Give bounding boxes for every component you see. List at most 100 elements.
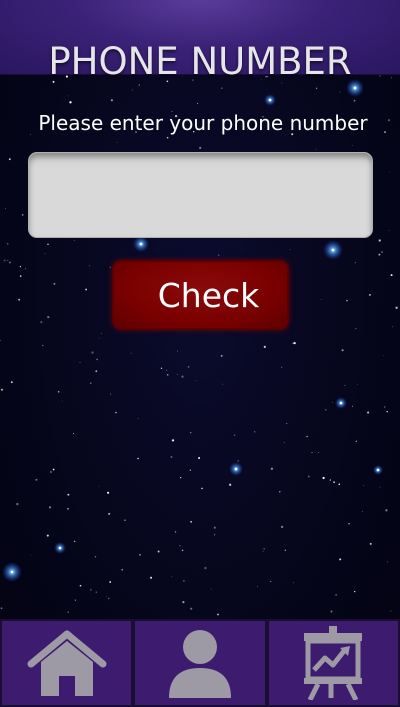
star <box>7 259 9 261</box>
star <box>67 95 68 96</box>
star <box>174 531 177 533</box>
star <box>386 561 388 563</box>
star <box>338 483 341 486</box>
star <box>199 146 202 149</box>
star <box>353 99 356 102</box>
glowing-star-core <box>10 570 14 574</box>
star <box>166 136 169 139</box>
star <box>35 478 38 481</box>
star <box>0 339 1 342</box>
star <box>280 525 284 529</box>
star <box>171 576 173 578</box>
star <box>214 534 216 536</box>
star <box>222 383 224 385</box>
star <box>67 507 69 510</box>
star <box>320 299 322 300</box>
star <box>292 342 294 344</box>
star <box>362 511 363 512</box>
star <box>257 586 258 588</box>
star <box>121 568 124 571</box>
star <box>21 214 24 216</box>
star <box>1 388 3 391</box>
star <box>388 230 390 232</box>
star <box>237 460 240 462</box>
star <box>110 393 111 395</box>
star <box>384 406 386 408</box>
star <box>281 366 283 368</box>
glowing-star-core <box>234 467 238 471</box>
star <box>101 333 102 334</box>
star <box>210 588 212 590</box>
star <box>279 491 281 493</box>
star <box>289 249 291 250</box>
star <box>339 558 342 561</box>
glowing-star-core <box>353 86 357 90</box>
star <box>176 350 178 352</box>
star <box>138 84 140 86</box>
star <box>217 613 219 616</box>
star <box>293 341 296 345</box>
star <box>9 261 11 264</box>
star <box>139 553 141 556</box>
nav-profile[interactable] <box>133 621 267 707</box>
nav-home[interactable] <box>0 621 134 707</box>
star <box>330 610 333 613</box>
star <box>283 441 285 443</box>
star <box>116 141 118 143</box>
star <box>67 493 70 496</box>
star <box>190 520 192 523</box>
star <box>176 374 178 375</box>
star <box>73 540 76 543</box>
star <box>187 365 190 368</box>
star <box>48 506 52 509</box>
star <box>67 611 69 613</box>
page-title: PHONE NUMBER <box>48 40 352 83</box>
star <box>40 321 43 324</box>
star <box>183 580 185 582</box>
star <box>325 409 327 411</box>
star <box>89 382 92 385</box>
star <box>339 91 341 93</box>
star <box>115 411 117 414</box>
star <box>395 306 398 309</box>
star <box>189 431 192 434</box>
star <box>220 354 223 357</box>
star <box>44 253 46 255</box>
star <box>73 432 75 434</box>
star <box>392 326 393 328</box>
star <box>329 479 332 481</box>
star <box>25 268 27 270</box>
star <box>90 589 92 591</box>
phone-number-input[interactable] <box>28 152 373 238</box>
star <box>16 502 19 506</box>
star <box>333 481 336 484</box>
star <box>98 485 100 487</box>
star <box>137 418 139 419</box>
star <box>378 239 381 242</box>
chart-presentation-icon <box>304 626 363 700</box>
star <box>254 431 256 433</box>
star <box>190 607 193 610</box>
nav-stats[interactable] <box>266 621 400 707</box>
star <box>79 584 82 587</box>
glowing-star-core <box>58 546 62 550</box>
home-icon <box>27 630 107 696</box>
star <box>137 457 139 460</box>
phone-prompt-label: Please enter your phone number <box>38 111 368 135</box>
star <box>286 422 288 424</box>
star <box>47 243 49 245</box>
check-button[interactable]: Check <box>112 260 289 330</box>
star <box>98 337 100 339</box>
star <box>189 469 191 471</box>
star <box>170 456 173 458</box>
star <box>284 549 286 551</box>
star <box>166 369 168 371</box>
star <box>318 452 319 453</box>
glowing-star-core <box>339 401 343 405</box>
star <box>367 411 370 414</box>
star <box>74 599 76 601</box>
star <box>344 384 346 386</box>
star <box>293 582 294 584</box>
star <box>351 405 353 407</box>
star <box>311 452 313 454</box>
